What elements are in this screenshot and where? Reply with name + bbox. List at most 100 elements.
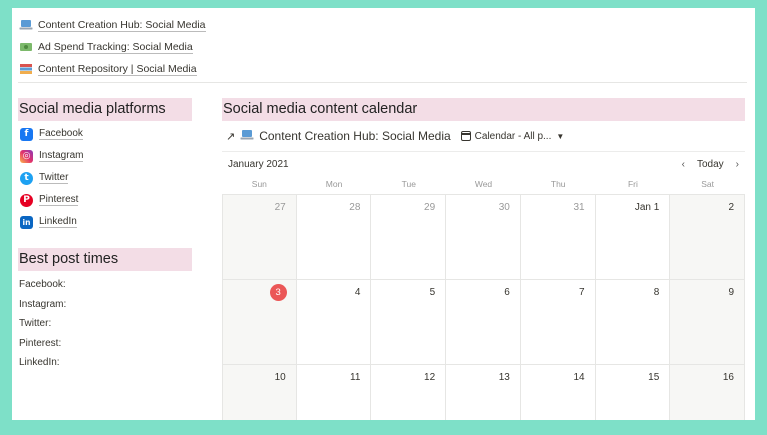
calendar-heading: Social media content calendar bbox=[222, 98, 745, 121]
month-nav: ‹ Today › bbox=[676, 159, 745, 170]
linkedin-icon: in bbox=[20, 215, 33, 229]
calendar-day-cell[interactable]: 15 bbox=[596, 365, 671, 420]
weekday-header: Sun Mon Tue Wed Thu Fri Sat bbox=[222, 176, 745, 194]
calendar-day-cell[interactable]: 30 bbox=[446, 195, 521, 280]
top-links: Content Creation Hub: Social Media Ad Sp… bbox=[19, 14, 206, 80]
view-selector[interactable]: Calendar - All p... ▼ bbox=[460, 130, 565, 142]
best-post-times-list: Facebook: Instagram: Twitter: Pinterest:… bbox=[18, 275, 192, 373]
money-icon bbox=[19, 41, 33, 53]
calendar-day-cell[interactable]: 12 bbox=[371, 365, 447, 420]
day-number: 7 bbox=[579, 287, 585, 298]
month-bar: January 2021 ‹ Today › bbox=[222, 152, 745, 176]
day-number: 29 bbox=[424, 202, 436, 213]
calendar-day-cell[interactable]: 5 bbox=[371, 280, 447, 365]
platform-label: Twitter bbox=[39, 172, 69, 184]
best-time-linkedin: LinkedIn: bbox=[19, 357, 60, 368]
calendar-day-cell[interactable]: 16 bbox=[670, 365, 745, 420]
link-ad-spend-tracking[interactable]: Ad Spend Tracking: Social Media bbox=[19, 36, 206, 58]
calendar-day-cell[interactable]: 3 bbox=[222, 280, 297, 365]
pinterest-icon: P bbox=[20, 193, 33, 207]
open-link-arrow-icon[interactable]: ↗ bbox=[226, 130, 235, 143]
day-number: Jan 1 bbox=[634, 202, 660, 213]
calendar-day-cell[interactable]: Jan 1 bbox=[595, 195, 671, 280]
calendar-day-cell[interactable]: 29 bbox=[371, 195, 447, 280]
calendar-day-cell[interactable]: 11 bbox=[297, 365, 372, 420]
platform-list: f Facebook ◎ Instagram t Twitter P Pinte… bbox=[18, 123, 192, 233]
day-number: 16 bbox=[722, 372, 734, 383]
link-label: Content Repository | Social Media bbox=[38, 62, 197, 76]
calendar-day-cell[interactable]: 31 bbox=[520, 195, 596, 280]
calendar-column: Social media content calendar ↗ Content … bbox=[222, 98, 745, 420]
day-number: 13 bbox=[498, 372, 510, 383]
weekday-label: Fri bbox=[627, 179, 638, 189]
platform-linkedin[interactable]: in LinkedIn bbox=[18, 211, 192, 233]
best-time-instagram: Instagram: bbox=[19, 298, 67, 310]
chevron-right-icon[interactable]: › bbox=[736, 159, 739, 170]
day-number: 27 bbox=[274, 202, 286, 213]
day-number: 5 bbox=[429, 287, 436, 298]
day-number: 15 bbox=[648, 372, 660, 383]
database-header: ↗ Content Creation Hub: Social Media Cal… bbox=[222, 124, 745, 148]
day-number: 14 bbox=[573, 372, 585, 383]
weekday-label: Wed bbox=[474, 179, 493, 189]
platform-pinterest[interactable]: P Pinterest bbox=[18, 189, 192, 211]
day-number: 28 bbox=[349, 202, 361, 213]
calendar-day-cell[interactable]: 14 bbox=[521, 365, 596, 420]
chevron-down-icon: ▼ bbox=[556, 131, 565, 141]
link-label: Ad Spend Tracking: Social Media bbox=[38, 40, 193, 54]
day-number: 11 bbox=[350, 372, 361, 383]
day-number: 6 bbox=[504, 287, 510, 298]
day-number: 10 bbox=[274, 372, 286, 383]
day-number: 9 bbox=[728, 287, 734, 298]
day-number: 4 bbox=[354, 287, 361, 298]
calendar-icon bbox=[460, 131, 471, 141]
twitter-icon: t bbox=[20, 171, 33, 185]
best-time-twitter: Twitter: bbox=[19, 318, 52, 329]
calendar-day-cell[interactable]: 10 bbox=[222, 365, 297, 420]
day-number: 31 bbox=[573, 202, 585, 213]
best-time-facebook: Facebook: bbox=[19, 279, 66, 290]
weekday-label: Sat bbox=[701, 179, 715, 189]
platform-twitter[interactable]: t Twitter bbox=[18, 167, 192, 189]
day-number: 2 bbox=[728, 202, 734, 213]
chevron-left-icon[interactable]: ‹ bbox=[682, 159, 685, 170]
calendar-grid: 27 28 29 30 31 Jan 1 2 3 4 5 6 7 8 9 10 11 12 13 14 15 16 bbox=[222, 194, 745, 420]
weekday-label: Sun bbox=[251, 179, 267, 189]
platform-facebook[interactable]: f Facebook bbox=[18, 123, 192, 145]
platform-label: LinkedIn bbox=[39, 216, 77, 228]
page-frame: Content Creation Hub: Social Media Ad Sp… bbox=[12, 8, 755, 420]
laptop-icon bbox=[240, 129, 254, 144]
platform-instagram[interactable]: ◎ Instagram bbox=[18, 145, 192, 167]
calendar-day-cell[interactable]: 7 bbox=[520, 280, 596, 365]
best-time-pinterest: Pinterest: bbox=[19, 337, 62, 349]
calendar-day-cell[interactable]: 27 bbox=[222, 195, 297, 280]
calendar-day-cell[interactable]: 4 bbox=[296, 280, 372, 365]
facebook-icon: f bbox=[20, 127, 33, 141]
database-title[interactable]: Content Creation Hub: Social Media bbox=[259, 129, 450, 143]
platforms-heading: Social media platforms bbox=[18, 98, 192, 121]
link-content-creation-hub[interactable]: Content Creation Hub: Social Media bbox=[19, 14, 206, 36]
calendar-day-cell[interactable]: 6 bbox=[446, 280, 521, 365]
day-number: 12 bbox=[424, 372, 436, 383]
calendar-day-cell[interactable]: 9 bbox=[670, 280, 745, 365]
books-icon bbox=[19, 63, 33, 75]
day-number: 8 bbox=[653, 287, 660, 298]
day-number: 30 bbox=[498, 202, 510, 213]
divider bbox=[18, 82, 747, 83]
laptop-icon bbox=[19, 19, 33, 31]
calendar-day-cell[interactable]: 28 bbox=[296, 195, 372, 280]
month-label: January 2021 bbox=[228, 158, 289, 170]
link-content-repository[interactable]: Content Repository | Social Media bbox=[19, 58, 206, 80]
left-column: Social media platforms f Facebook ◎ Inst… bbox=[18, 98, 192, 373]
calendar-day-cell[interactable]: 2 bbox=[670, 195, 745, 280]
calendar-day-cell[interactable]: 8 bbox=[595, 280, 671, 365]
instagram-icon: ◎ bbox=[20, 149, 33, 163]
view-label: Calendar - All p... bbox=[474, 130, 552, 142]
today-date-badge: 3 bbox=[269, 284, 287, 301]
calendar-day-cell[interactable]: 13 bbox=[446, 365, 521, 420]
weekday-label: Tue bbox=[401, 179, 416, 189]
platform-label: Facebook bbox=[39, 128, 83, 140]
weekday-label: Thu bbox=[550, 179, 566, 189]
platform-label: Pinterest bbox=[39, 194, 79, 206]
today-button[interactable]: Today bbox=[697, 159, 724, 170]
